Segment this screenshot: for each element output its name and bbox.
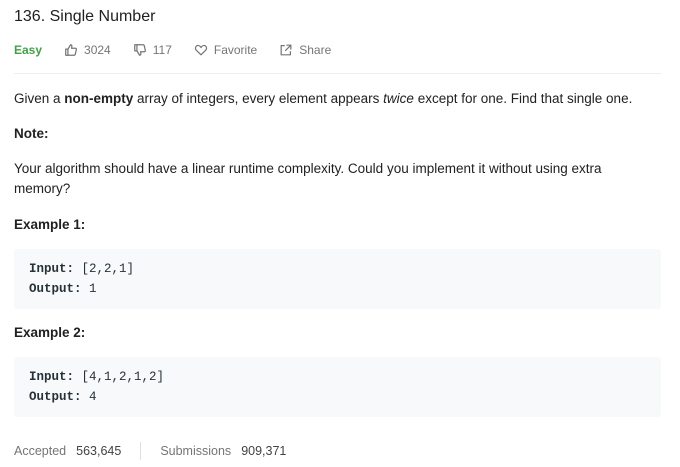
dislike-button[interactable]: 117 (133, 43, 172, 57)
submissions-count: 909,371 (241, 444, 287, 458)
difficulty-badge: Easy (14, 43, 43, 57)
example-1-code-block: Input: [2,2,1] Output: 1 (14, 249, 661, 309)
problem-description: Given a non-empty array of integers, eve… (14, 91, 633, 106)
example-2-output-line: Output: 4 (29, 390, 97, 404)
submission-stats: Accepted 563,645 Submissions 909,371 (14, 441, 286, 461)
example-1-input-line: Input: [2,2,1] (29, 262, 135, 276)
stats-separator (140, 442, 142, 460)
problem-meta-bar: Easy 3024 117 Favorite Share (14, 41, 353, 59)
heart-icon (194, 44, 208, 56)
note-text: Your algorithm should have a linear runt… (14, 161, 602, 196)
dislike-count: 117 (152, 43, 172, 57)
note-heading: Note: (14, 126, 49, 141)
thumbs-down-icon (133, 44, 146, 56)
example-2-title: Example 2: (14, 325, 86, 340)
example-1-output-line: Output: 1 (29, 282, 97, 296)
share-button[interactable]: Share (279, 43, 331, 57)
thumbs-up-icon (65, 44, 78, 56)
accepted-count: 563,645 (76, 444, 122, 458)
favorite-button[interactable]: Favorite (194, 43, 257, 57)
non-empty-emphasis: non-empty (64, 91, 134, 106)
share-label: Share (299, 43, 332, 57)
example-2-code-block: Input: [4,1,2,1,2] Output: 4 (14, 357, 661, 417)
header-divider (14, 73, 661, 74)
twice-emphasis: twice (383, 91, 414, 106)
accepted-label: Accepted (14, 444, 67, 458)
like-count: 3024 (84, 43, 111, 57)
favorite-label: Favorite (213, 43, 258, 57)
submissions-label: Submissions (160, 444, 232, 458)
problem-title: 136. Single Number (14, 8, 156, 25)
example-2-input-line: Input: [4,1,2,1,2] (29, 370, 165, 384)
like-button[interactable]: 3024 (64, 43, 111, 57)
example-1-title: Example 1: (14, 217, 86, 232)
share-icon (280, 44, 292, 56)
